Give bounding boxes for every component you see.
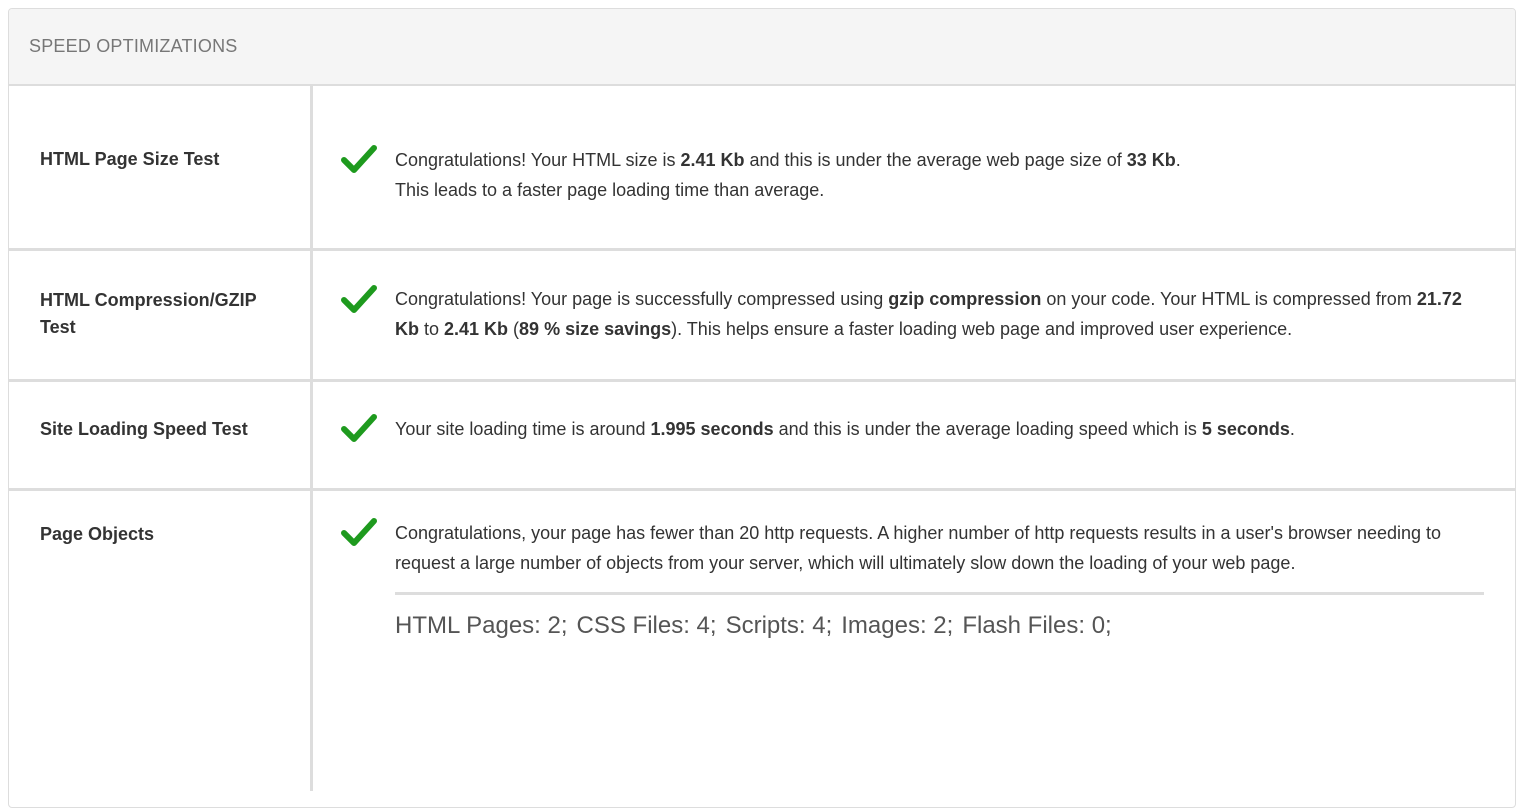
result-text: Congratulations! Your HTML size is	[395, 150, 681, 170]
check-icon	[341, 413, 377, 443]
row-site-loading-speed: Site Loading Speed Test Your site loadin…	[9, 382, 1515, 491]
row-content: Your site loading time is around 1.995 s…	[313, 382, 1515, 488]
row-content: Congratulations, your page has fewer tha…	[313, 491, 1515, 791]
row-html-page-size: HTML Page Size Test Congratulations! You…	[9, 86, 1515, 251]
check-icon	[341, 517, 377, 547]
speed-optimizations-panel: SPEED OPTIMIZATIONS HTML Page Size Test …	[8, 8, 1516, 808]
html-size-value: 2.41 Kb	[680, 150, 745, 170]
row-label: Site Loading Speed Test	[9, 382, 313, 488]
result-text: .	[1175, 150, 1181, 170]
panel-heading: SPEED OPTIMIZATIONS	[9, 9, 1515, 86]
result-text: and this is under the average web page s…	[744, 150, 1127, 170]
divider	[395, 592, 1484, 595]
row-content: Congratulations! Your page is successful…	[313, 251, 1515, 379]
object-count-images: Images: 2;	[841, 612, 954, 639]
compression-method: gzip compression	[888, 289, 1042, 309]
compressed-size-value: 2.41 Kb	[444, 319, 509, 339]
result-text: Congratulations! Your page is successful…	[395, 289, 889, 309]
result-text: Congratulations, your page has fewer tha…	[395, 523, 1442, 573]
result-text: and this is under the average loading sp…	[773, 419, 1202, 439]
object-count-css-files: CSS Files: 4;	[576, 612, 717, 639]
row-page-objects: Page Objects Congratulations, your page …	[9, 491, 1515, 791]
average-speed-value: 5 seconds	[1201, 419, 1290, 439]
row-content: Congratulations! Your HTML size is 2.41 …	[313, 86, 1515, 248]
object-count-scripts: Scripts: 4;	[725, 612, 833, 639]
row-label: HTML Page Size Test	[9, 86, 313, 248]
result-text: ). This helps ensure a faster loading we…	[671, 319, 1293, 339]
row-label: Page Objects	[9, 491, 313, 791]
page-objects-summary: HTML Pages: 2; CSS Files: 4; Scripts: 4;…	[395, 609, 1485, 643]
row-html-compression: HTML Compression/GZIP Test Congratulatio…	[9, 251, 1515, 382]
loading-time-value: 1.995 seconds	[650, 419, 774, 439]
row-label: HTML Compression/GZIP Test	[9, 251, 313, 379]
check-icon	[341, 284, 377, 314]
object-count-flash-files: Flash Files: 0;	[962, 612, 1112, 639]
result-text: Your site loading time is around	[395, 419, 651, 439]
result-text: (	[508, 319, 520, 339]
result-text: to	[419, 319, 445, 339]
size-savings-value: 89 % size savings	[519, 319, 672, 339]
result-text: .	[1289, 419, 1295, 439]
object-count-html-pages: HTML Pages: 2;	[395, 612, 568, 639]
average-size-value: 33 Kb	[1126, 150, 1176, 170]
result-text: on your code. Your HTML is compressed fr…	[1041, 289, 1417, 309]
check-icon	[341, 144, 377, 174]
result-text: This leads to a faster page loading time…	[395, 180, 825, 200]
